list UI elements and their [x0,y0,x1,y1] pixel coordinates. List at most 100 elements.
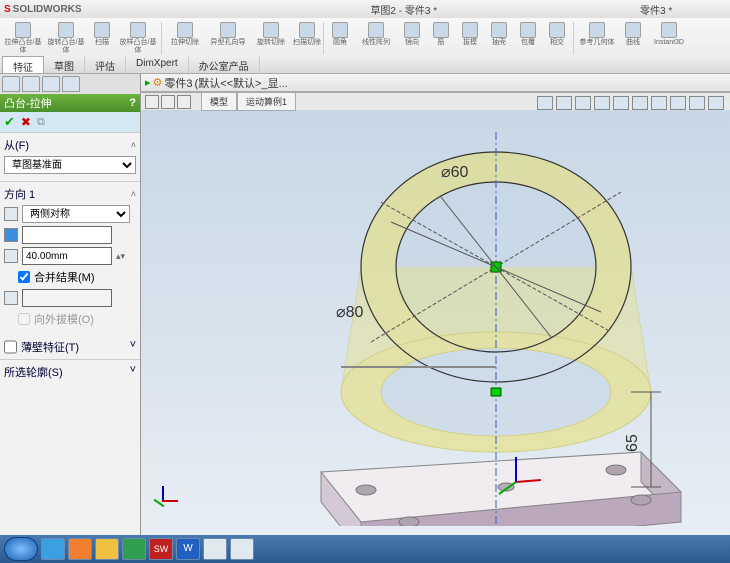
depth-input[interactable] [22,247,112,265]
svg-text:⌀80: ⌀80 [336,304,364,321]
help-icon[interactable]: ? [129,97,136,109]
pm-from-label: 从(F) [4,137,29,153]
extrude-cut-button[interactable]: 拉伸切除 [164,20,206,56]
nav-first-icon[interactable] [145,95,159,109]
refgeom-button[interactable]: 参考几何体 [576,20,618,56]
instant3d-button[interactable]: Instant3D [648,20,690,56]
pm-tab-config-icon[interactable] [42,76,60,92]
mirror-button[interactable]: 镜向 [398,20,426,56]
pm-tab-property-icon[interactable] [22,76,40,92]
contour-group[interactable]: 所选轮廓(S) ˅ [0,359,140,384]
sweep-cut-button[interactable]: 扫描切除 [293,20,321,56]
pm-tab-row [0,74,140,94]
chevron-down-icon[interactable]: ˅ [130,364,136,380]
chevron-up-icon[interactable]: ˄ [131,140,136,150]
draft-outward-checkbox: 向外拔模(O) [18,311,136,327]
pin-icon[interactable]: ⧉ [37,116,45,129]
direction-arrow-icon[interactable] [4,228,18,242]
mirror-icon [404,22,420,38]
taskbar-word-icon[interactable]: W [176,538,200,560]
rib-button[interactable]: 筋 [427,20,455,56]
intersect-icon [549,22,565,38]
pm-direction-group: 方向 1˄ 两侧对称 ▴▾ 合并结果(M) 向外拔模(O) [0,181,140,335]
loft-button[interactable]: 放样凸台/基体 [117,20,159,56]
curves-icon [625,22,641,38]
loft-icon [130,22,146,38]
breadcrumb-bar: ▸ ⚙ 零件3 (默认<<默认>_显... [141,74,730,92]
instant3d-icon [661,22,677,38]
fillet-button[interactable]: 圆角 [326,20,354,56]
chevron-down-icon[interactable]: ˅ [130,339,136,355]
shell-icon [491,22,507,38]
taskbar-app-icon[interactable] [122,538,146,560]
command-tab-bar: 特征 草图 评估 DimXpert 办公室产品 [0,56,730,74]
chevron-up-icon[interactable]: ˄ [131,189,136,199]
end-condition-select[interactable]: 两侧对称 [22,205,130,223]
from-select[interactable]: 草图基准面 [4,156,136,174]
draft-angle-icon[interactable] [4,291,18,305]
document-title: 草图2 - 零件3 * [370,2,437,17]
taskbar-media-icon[interactable] [68,538,92,560]
merge-result-checkbox[interactable]: 合并结果(M) [18,269,136,285]
intersect-button[interactable]: 相交 [543,20,571,56]
windows-taskbar: SW W [0,535,730,563]
curves-button[interactable]: 曲线 [619,20,647,56]
spinner-icon[interactable]: ▴▾ [116,251,125,262]
extrude-boss-button[interactable]: 拉伸凸台/基体 [2,20,44,56]
pm-tab-display-icon[interactable] [62,76,80,92]
taskbar-app3-icon[interactable] [230,538,254,560]
tab-dimxpert[interactable]: DimXpert [126,56,189,73]
cancel-button[interactable]: ✖ [21,115,31,129]
part-icon: ⚙ [153,76,163,89]
breadcrumb[interactable]: ▸ ⚙ 零件3 (默认<<默认>_显... [145,75,288,91]
hole-wizard-button[interactable]: 异型孔向导 [207,20,249,56]
draft-angle-input[interactable] [22,289,112,307]
thin-feature-group[interactable]: 薄壁特征(T) ˅ [0,335,140,359]
svg-text:⌀60: ⌀60 [441,164,469,181]
view-triad[interactable] [149,486,179,516]
taskbar-sogou-icon[interactable] [41,538,65,560]
pattern-button[interactable]: 线性阵列 [355,20,397,56]
taskbar-app2-icon[interactable] [203,538,227,560]
wrap-icon [520,22,536,38]
tab-evaluate[interactable]: 评估 [85,56,126,73]
thin-checkbox[interactable] [4,339,17,355]
hole-icon [220,22,236,38]
refgeom-icon [589,22,605,38]
sweep-icon [94,22,110,38]
direction-input[interactable] [22,226,112,244]
title-bar: S SOLIDWORKS 草图2 - 零件3 * 零件3 * [0,0,730,18]
revcut-icon [263,22,279,38]
start-button[interactable] [4,537,38,561]
rib-icon [433,22,449,38]
property-manager-panel: 凸台-拉伸 ? ✔ ✖ ⧉ 从(F)˄ 草图基准面 方向 1˄ 两侧对称 [0,74,141,544]
revolve-cut-button[interactable]: 旋转切除 [250,20,292,56]
model-canvas[interactable]: ⌀60 ⌀80 65 [141,92,730,526]
taskbar-explorer-icon[interactable] [95,538,119,560]
nav-prev-icon[interactable] [161,95,175,109]
svg-text:65: 65 [624,434,641,452]
pm-title-bar: 凸台-拉伸 ? [0,94,140,112]
depth-icon [4,249,18,263]
nav-next-icon[interactable] [177,95,191,109]
shell-button[interactable]: 抽壳 [485,20,513,56]
revolve-boss-button[interactable]: 旋转凸台/基体 [45,20,87,56]
pm-tab-feature-icon[interactable] [2,76,20,92]
graphics-area[interactable]: ▸ ⚙ 零件3 (默认<<默认>_显... [141,74,730,544]
base-plate-body[interactable] [321,452,681,526]
taskbar-solidworks-icon[interactable]: SW [149,538,173,560]
extrude-icon [15,22,31,38]
app-logo-icon: S [4,4,11,15]
fillet-icon [332,22,348,38]
pattern-icon [368,22,384,38]
ok-button[interactable]: ✔ [4,114,15,130]
reverse-direction-icon[interactable] [4,207,18,221]
draft-icon [462,22,478,38]
tab-office[interactable]: 办公室产品 [189,56,260,73]
tab-features[interactable]: 特征 [2,56,44,73]
tab-sketch[interactable]: 草图 [44,56,85,73]
origin-point-icon[interactable] [491,388,501,396]
sweep-button[interactable]: 扫描 [88,20,116,56]
wrap-button[interactable]: 包覆 [514,20,542,56]
draft-button[interactable]: 拔模 [456,20,484,56]
